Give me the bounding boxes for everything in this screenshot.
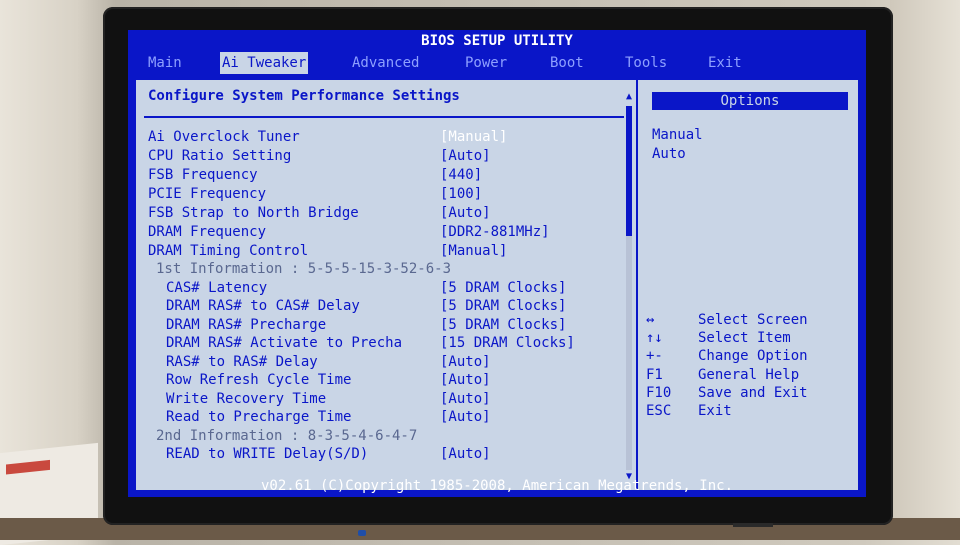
menu-ai-tweaker[interactable]: Ai Tweaker (220, 52, 309, 74)
setting-value[interactable]: [15 DRAM Clocks] (440, 334, 575, 352)
setting-label: DRAM RAS# Activate to Precha (166, 335, 403, 351)
monitor-brand-mark (733, 523, 773, 527)
left-right-arrow-icon: ↔ (646, 312, 655, 328)
setting-label: Row Refresh Cycle Time (166, 372, 352, 388)
setting-cpu-ratio[interactable]: CPU Ratio Setting [Auto] (136, 147, 626, 165)
help-desc: General Help (698, 367, 800, 383)
help-pane: Options Manual Auto ↔ Select Screen ↑↓ Sel… (638, 80, 858, 490)
setting-read-to-write[interactable]: READ to WRITE Delay(S/D) [Auto] (136, 445, 626, 463)
setting-value[interactable]: [Auto] (440, 390, 491, 408)
setting-ras-precharge[interactable]: DRAM RAS# Precharge [5 DRAM Clocks] (136, 316, 626, 334)
setting-value[interactable]: [440] (440, 166, 482, 184)
setting-label: READ to WRITE Delay(S/D) (166, 446, 369, 462)
paper-stamp (6, 459, 50, 475)
heading-divider (144, 116, 624, 118)
setting-value[interactable]: [Auto] (440, 353, 491, 371)
setting-pcie-frequency[interactable]: PCIE Frequency [100] (136, 185, 626, 203)
plus-minus-icon: +- (646, 348, 663, 364)
help-desc: Select Screen (698, 312, 808, 328)
setting-dram-timing-control[interactable]: DRAM Timing Control [Manual] (136, 242, 626, 260)
setting-value[interactable]: [Auto] (440, 147, 491, 165)
setting-label: DRAM RAS# Precharge (166, 317, 327, 333)
setting-write-recovery[interactable]: Write Recovery Time [Auto] (136, 390, 626, 408)
copyright-footer: v02.61 (C)Copyright 1985-2008, American … (260, 478, 733, 494)
settings-pane: Configure System Performance Settings ▲ … (136, 80, 636, 490)
bios-title: BIOS SETUP UTILITY (421, 33, 573, 49)
setting-ras-to-cas[interactable]: DRAM RAS# to CAS# Delay [5 DRAM Clocks] (136, 297, 626, 315)
help-desc: Change Option (698, 348, 808, 364)
info-text: 2nd Information : 8-3-5-4-6-4-7 (156, 428, 418, 444)
menu-exit[interactable]: Exit (708, 52, 742, 74)
setting-value[interactable]: [Auto] (440, 371, 491, 389)
setting-read-to-precharge[interactable]: Read to Precharge Time [Auto] (136, 408, 626, 426)
help-general: F1 General Help (646, 366, 856, 384)
setting-label: FSB Frequency (148, 167, 258, 183)
setting-label: CAS# Latency (166, 280, 268, 296)
up-down-arrow-icon: ↑↓ (646, 330, 663, 346)
help-key: ESC (646, 403, 672, 419)
wall-background (890, 0, 960, 540)
setting-label: Ai Overclock Tuner (148, 129, 300, 145)
menu-advanced[interactable]: Advanced (352, 52, 419, 74)
setting-ras-to-ras[interactable]: RAS# to RAS# Delay [Auto] (136, 353, 626, 371)
setting-label: CPU Ratio Setting (148, 148, 292, 164)
help-desc: Exit (698, 403, 732, 419)
setting-ras-activate[interactable]: DRAM RAS# Activate to Precha [15 DRAM Clo… (136, 334, 626, 352)
setting-value[interactable]: [5 DRAM Clocks] (440, 316, 566, 334)
setting-value[interactable]: [Auto] (440, 408, 491, 426)
setting-label: DRAM Timing Control (148, 243, 309, 259)
scrollbar[interactable] (626, 106, 632, 470)
power-led-icon (358, 530, 366, 536)
setting-value[interactable]: [DDR2-881MHz] (440, 223, 550, 241)
info-line-1st: 1st Information : 5-5-5-15-3-52-6-3 (136, 260, 626, 278)
menu-tools[interactable]: Tools (625, 52, 667, 74)
menu-power[interactable]: Power (465, 52, 507, 74)
help-desc: Select Item (698, 330, 791, 346)
help-select-item: ↑↓ Select Item (646, 329, 856, 347)
option-manual[interactable]: Manual (652, 126, 703, 144)
setting-ai-overclock-tuner[interactable]: Ai Overclock Tuner [Manual] (136, 128, 626, 146)
help-save-exit: F10 Save and Exit (646, 384, 856, 402)
setting-cas-latency[interactable]: CAS# Latency [5 DRAM Clocks] (136, 279, 626, 297)
menu-boot[interactable]: Boot (550, 52, 584, 74)
info-line-2nd: 2nd Information : 8-3-5-4-6-4-7 (136, 427, 626, 445)
help-select-screen: ↔ Select Screen (646, 311, 856, 329)
setting-label: Read to Precharge Time (166, 409, 352, 425)
setting-label: RAS# to RAS# Delay (166, 354, 318, 370)
options-title: Options (652, 92, 848, 110)
setting-label: DRAM Frequency (148, 224, 267, 240)
main-panel: Configure System Performance Settings ▲ … (134, 78, 860, 492)
setting-dram-frequency[interactable]: DRAM Frequency [DDR2-881MHz] (136, 223, 626, 241)
setting-value[interactable]: [Manual] (440, 128, 507, 146)
setting-fsb-strap[interactable]: FSB Strap to North Bridge [Auto] (136, 204, 626, 222)
setting-row-refresh[interactable]: Row Refresh Cycle Time [Auto] (136, 371, 626, 389)
scrollbar-thumb[interactable] (626, 106, 632, 236)
help-change-option: +- Change Option (646, 347, 856, 365)
info-text: 1st Information : 5-5-5-15-3-52-6-3 (156, 261, 452, 277)
help-exit: ESC Exit (646, 402, 856, 420)
help-key: F1 (646, 367, 663, 383)
scroll-up-icon[interactable]: ▲ (624, 92, 634, 102)
bios-screen: BIOS SETUP UTILITY Main Ai Tweaker Advan… (128, 30, 866, 497)
setting-value[interactable]: [Auto] (440, 445, 491, 463)
section-heading: Configure System Performance Settings (148, 88, 460, 104)
menu-main[interactable]: Main (148, 52, 182, 74)
setting-label: FSB Strap to North Bridge (148, 205, 359, 221)
setting-label: Write Recovery Time (166, 391, 327, 407)
setting-value[interactable]: [100] (440, 185, 482, 203)
setting-value[interactable]: [Manual] (440, 242, 507, 260)
setting-label: PCIE Frequency (148, 186, 267, 202)
setting-value[interactable]: [Auto] (440, 204, 491, 222)
setting-value[interactable]: [5 DRAM Clocks] (440, 279, 566, 297)
setting-label: DRAM RAS# to CAS# Delay (166, 298, 360, 314)
help-desc: Save and Exit (698, 385, 808, 401)
help-key: F10 (646, 385, 672, 401)
option-auto[interactable]: Auto (652, 145, 686, 163)
setting-value[interactable]: [5 DRAM Clocks] (440, 297, 566, 315)
setting-fsb-frequency[interactable]: FSB Frequency [440] (136, 166, 626, 184)
menu-bar: Main Ai Tweaker Advanced Power Boot Tool… (128, 52, 866, 74)
